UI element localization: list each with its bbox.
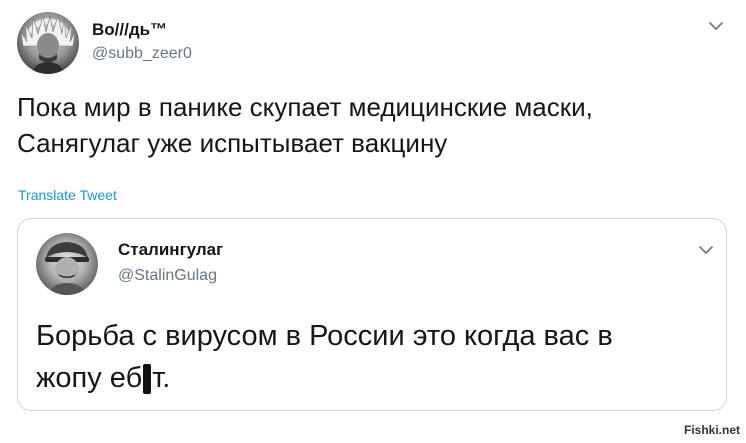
- translate-tweet-link[interactable]: Translate Tweet: [18, 187, 117, 203]
- author-name[interactable]: Во///дь™: [92, 20, 167, 40]
- author-avatar[interactable]: [17, 12, 79, 74]
- quoted-text-line: Борьба с вирусом в России это когда вас …: [36, 320, 613, 352]
- quoted-author-name[interactable]: Сталингулаг: [118, 240, 223, 260]
- chevron-down-icon[interactable]: [697, 241, 715, 259]
- quoted-text-line: жопу еб т.: [36, 357, 706, 399]
- chevron-down-icon[interactable]: [707, 17, 725, 35]
- watermark: Fishki.net: [683, 423, 740, 437]
- quoted-text-part: т.: [152, 362, 171, 394]
- quoted-tweet[interactable]: Сталингулаг @StalinGulag Борьба с вирусо…: [17, 218, 727, 411]
- censor-mark: [143, 364, 152, 394]
- tweet-text-line: Пока мир в панике скупает медицинские ма…: [17, 92, 593, 122]
- quoted-author-handle[interactable]: @StalinGulag: [118, 267, 217, 285]
- quoted-tweet-text: Борьба с вирусом в России это когда вас …: [36, 315, 706, 399]
- tweet-card: Во///дь™ @subb_zeer0 Пока мир в панике с…: [0, 0, 746, 443]
- author-handle[interactable]: @subb_zeer0: [92, 45, 192, 63]
- quoted-text-part: жопу еб: [36, 362, 143, 394]
- tweet-text-line: Санягулаг уже испытывает вакцину: [17, 128, 448, 158]
- quoted-author-avatar[interactable]: [36, 233, 98, 295]
- tweet-text: Пока мир в панике скупает медицинские ма…: [17, 89, 717, 161]
